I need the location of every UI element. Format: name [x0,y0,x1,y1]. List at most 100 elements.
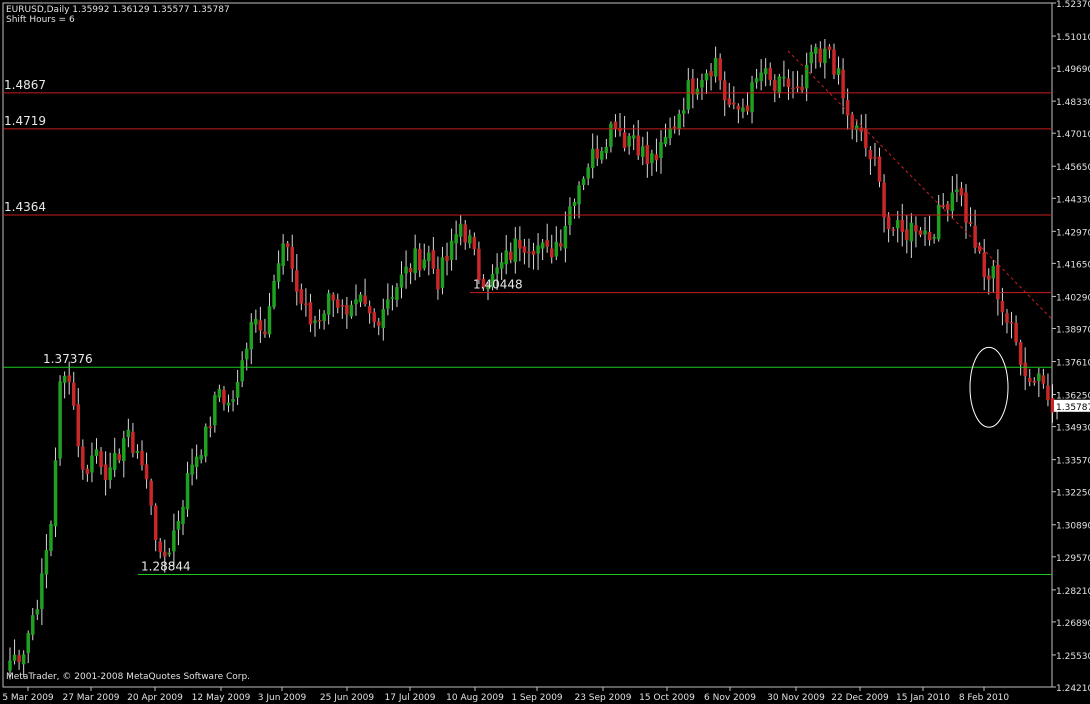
candle-body [408,268,413,273]
candle-body [704,73,709,81]
level-label: 1.37376 [43,352,93,366]
y-tick-label: 1.33570 [1056,457,1090,467]
candle-body [795,86,800,89]
x-tick-label: 10 Aug 2009 [446,693,504,703]
candle-body [185,473,190,510]
candle-body [445,255,449,262]
candle-body [868,149,873,160]
candle-body [713,57,718,77]
candle-body [695,88,700,95]
candle-body [454,234,458,244]
candle-body [991,266,996,279]
candle-body [153,505,158,541]
y-tick-label: 1.40290 [1056,293,1090,303]
candle-body [827,46,832,51]
candle-body [504,250,508,265]
candle-body [946,203,950,210]
y-tick-label: 1.47010 [1056,130,1090,140]
candle-body [222,389,226,404]
candle-body [67,375,71,383]
copyright-label: MetaTrader, © 2001-2008 MetaQuotes Softw… [6,672,251,682]
candle-body [468,235,472,244]
candle-body [590,148,595,169]
candle-body [631,135,636,139]
candle-body [436,268,440,290]
candle-body [672,126,677,128]
candle-body [786,78,791,88]
x-tick-label: 15 Oct 2009 [639,693,695,703]
y-tick-label: 1.28210 [1056,587,1090,597]
candle-body [308,302,313,325]
candle-body [659,142,663,159]
candle-body [427,252,431,262]
candle-body [208,426,213,428]
candle-body [126,429,131,438]
candle-body [823,48,827,64]
candle-body [923,230,927,235]
candle-body [909,222,914,242]
candle-body [950,192,955,212]
candle-body [609,123,613,147]
candle-body [326,293,331,315]
candle-body [996,264,1000,300]
candle-body [895,220,900,229]
candle-body [1018,342,1023,365]
candle-body [513,238,518,262]
candle-body [417,248,422,271]
candle-body [836,68,841,75]
candle-body [654,154,659,161]
candle-body [258,320,263,331]
candle-body [518,239,522,249]
candle-body [176,521,181,530]
y-tick-label: 1.32250 [1056,489,1090,499]
candle-body [905,229,909,241]
candlestick-chart[interactable]: 1.52370 1.51010 1.49690 1.48330 1.47010 1.456… [0,0,1090,704]
candle-body [1005,313,1009,323]
candle-body [568,206,572,226]
level-label: 1.40448 [473,278,523,292]
y-tick-label: 1.29570 [1056,554,1090,564]
candle-body [395,287,399,301]
candle-body [627,136,631,147]
y-tick-label: 1.44330 [1056,195,1090,205]
candle-body [231,399,235,402]
candle-body [144,464,149,480]
candle-body [477,248,481,281]
candle-body [982,252,986,278]
candle-body [722,80,727,101]
candle-body [85,468,90,474]
candle-body [204,426,208,457]
candle-body [76,404,81,447]
level-label: 1.4719 [4,114,46,128]
candle-body [1046,385,1050,401]
candle-body [741,107,745,112]
candle-body [413,248,417,274]
candle-body [549,248,554,258]
candle-body [581,178,586,185]
candle-body [112,452,117,470]
candle-body [700,80,704,88]
x-tick-label: 5 Mar 2009 [2,693,54,703]
candle-body [727,98,732,105]
y-tick-label: 1.41650 [1056,260,1090,270]
candle-body [244,348,249,360]
candle-body [240,360,244,382]
y-tick-label: 1.37610 [1056,359,1090,369]
x-tick-label: 12 May 2009 [192,693,251,703]
candle-body [554,241,559,257]
candle-body [527,251,531,254]
candle-body [882,182,886,218]
candle-body [1000,300,1005,313]
candle-body [540,242,545,249]
candle-body [267,306,272,335]
candle-body [686,80,691,110]
candle-body [927,231,932,241]
candle-body [941,205,945,207]
price-chart[interactable]: EURUSD,Daily 1.35992 1.36129 1.35577 1.3… [0,0,1090,704]
candle-body [35,609,40,615]
y-tick-label: 1.45650 [1056,163,1090,173]
candle-body [900,219,905,232]
candle-body [254,318,258,325]
candle-body [404,266,408,274]
candle-body [914,225,918,232]
